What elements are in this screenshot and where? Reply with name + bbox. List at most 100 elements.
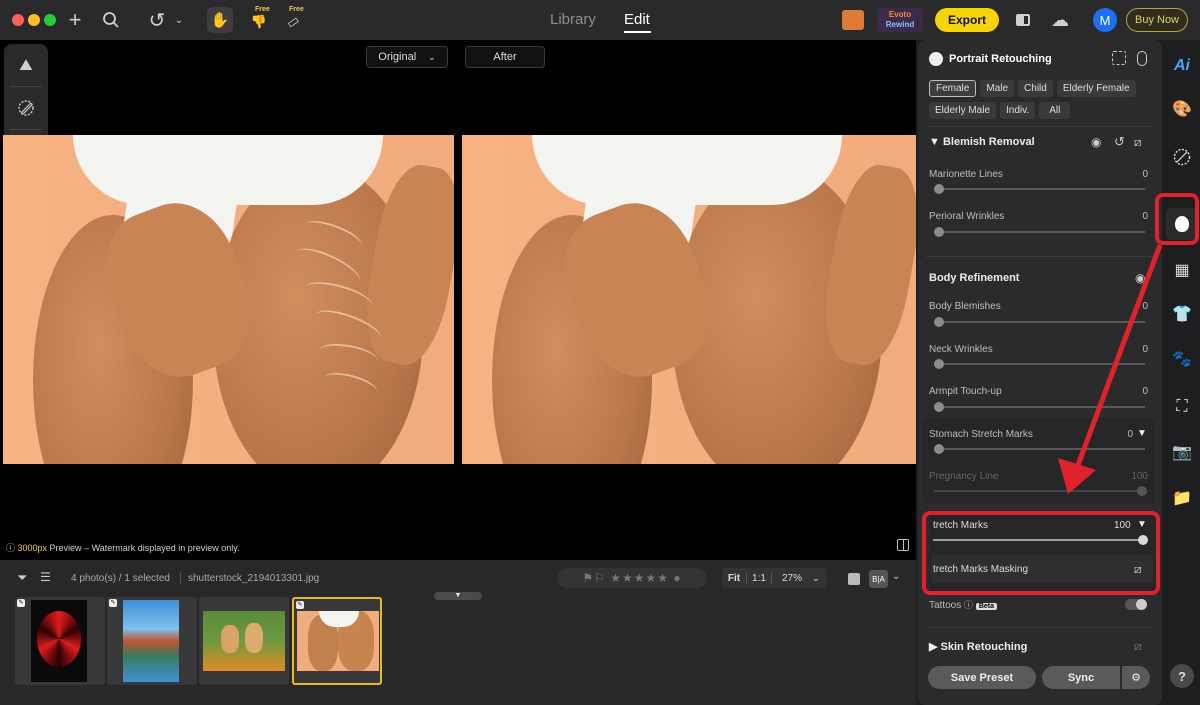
bandage-icon[interactable]: ▭	[280, 9, 305, 34]
skin-retouching-title: Skin Retouching	[940, 641, 1028, 653]
after-label-box[interactable]: After	[465, 46, 545, 68]
mountain-sparkle-icon[interactable]: ⛰	[4, 46, 48, 86]
gender-chips-row-2: Elderly Male Indiv. All	[929, 102, 1071, 119]
preview-resolution: 3000px	[17, 543, 48, 553]
mask-brush-icon[interactable]: ⧄	[1134, 639, 1142, 654]
close-window-button[interactable]	[12, 14, 24, 26]
chevron-down-icon[interactable]: ⌄	[812, 573, 820, 584]
search-icon[interactable]	[100, 9, 122, 31]
fit-button[interactable]: Fit	[722, 573, 746, 584]
slider-knob[interactable]	[934, 444, 944, 454]
dislike-icon[interactable]: 👎	[250, 13, 268, 31]
blemish-removal-header[interactable]: ▼ Blemish Removal	[929, 136, 1035, 148]
slider-knob[interactable]	[934, 317, 944, 327]
chevron-down-icon[interactable]: ⌄	[892, 571, 900, 582]
slider-knob[interactable]	[934, 359, 944, 369]
flag-icon[interactable]: ⚑	[582, 571, 594, 585]
divider	[180, 572, 181, 584]
rating-flags-bar[interactable]: ⚑ ⚐ ★★★★★ ●	[557, 568, 707, 588]
chip-female[interactable]: Female	[929, 80, 977, 97]
sync-button[interactable]: Sync	[1042, 666, 1120, 689]
avatar[interactable]: M	[1093, 8, 1117, 32]
tattoos-toggle[interactable]	[1125, 599, 1147, 610]
zoom-value[interactable]: 27%	[772, 573, 812, 584]
texture-brush-icon[interactable]	[4, 88, 48, 128]
after-photo	[462, 135, 916, 464]
marionette-lines-slider[interactable]	[934, 184, 1145, 194]
slider-knob[interactable]	[934, 227, 944, 237]
shirt-icon[interactable]: 👕	[1170, 302, 1194, 326]
face-icon	[929, 52, 943, 66]
reset-icon[interactable]: ↺	[1114, 134, 1125, 150]
slider-value: 0	[1142, 169, 1148, 180]
divider	[926, 627, 1154, 628]
tab-library[interactable]: Library	[550, 11, 596, 28]
chip-elderly-female[interactable]: Elderly Female	[1056, 80, 1136, 97]
buy-now-button[interactable]: Buy Now	[1126, 8, 1188, 32]
before-after-view-button[interactable]: B|A	[869, 570, 888, 588]
perioral-wrinkles-slider[interactable]	[934, 227, 1145, 237]
chip-male[interactable]: Male	[980, 80, 1015, 97]
caret-down-icon: ▼	[929, 136, 943, 148]
sync-settings-icon[interactable]: ⚙	[1122, 666, 1150, 689]
split-view-icon[interactable]	[897, 539, 909, 551]
original-dropdown[interactable]: Original ⌄	[366, 46, 448, 68]
app-window: + ↺ ⌄ ✋ 👎 Free ▭ Free Library Edit Evoto…	[0, 0, 1200, 705]
chevron-down-icon: ⌄	[428, 51, 436, 62]
collapse-filmstrip-handle[interactable]: ▼	[434, 592, 482, 600]
toggle-icon[interactable]	[1137, 51, 1147, 66]
tab-edit[interactable]: Edit	[624, 11, 650, 28]
slider-knob[interactable]	[934, 184, 944, 194]
gradient-icon[interactable]: ▦	[1170, 258, 1194, 282]
undo-icon[interactable]: ↺	[146, 9, 168, 32]
paw-icon[interactable]: 🐾	[1170, 347, 1194, 371]
image-canvas[interactable]: Original ⌄ After ⛰ ⓘ 3000px Preview – Wa…	[0, 40, 916, 560]
free-badge: Free	[255, 6, 270, 13]
chip-child[interactable]: Child	[1018, 80, 1053, 97]
chevron-down-icon[interactable]: ⌄	[172, 11, 186, 29]
chip-all[interactable]: All	[1039, 102, 1071, 119]
info-icon: ⓘ	[6, 543, 18, 553]
slider-label: Pregnancy Line	[929, 471, 999, 482]
camera-icon[interactable]: 📷	[1170, 440, 1194, 464]
chip-individual[interactable]: Indiv.	[1000, 102, 1036, 119]
slider-label: Marionette Lines	[929, 169, 1003, 180]
thumbnail-puppies[interactable]	[199, 597, 289, 685]
cloud-icon[interactable]: ☁	[1049, 10, 1071, 30]
face-detect-icon[interactable]	[1112, 51, 1126, 65]
eye-icon[interactable]: ◉	[1091, 135, 1101, 149]
free-badge: Free	[289, 6, 304, 13]
crop-icon[interactable]: ⛶	[1170, 395, 1194, 419]
palette-icon[interactable]: 🎨	[1170, 97, 1194, 121]
help-button[interactable]: ?	[1170, 664, 1194, 688]
filter-icon[interactable]: ⏷	[17, 570, 27, 586]
maximize-window-button[interactable]	[44, 14, 56, 26]
blemish-removal-title: Blemish Removal	[942, 136, 1035, 148]
chip-elderly-male[interactable]: Elderly Male	[929, 102, 997, 119]
mask-brush-icon[interactable]: ⧄	[1134, 135, 1142, 150]
add-icon[interactable]: +	[64, 7, 86, 32]
thumbnail-selected-photo[interactable]: ✎	[292, 597, 382, 685]
folder-icon[interactable]: 📁	[1170, 486, 1194, 510]
evoto-rewind-banner[interactable]: Evoto Rewind	[877, 8, 923, 32]
save-preset-button[interactable]: Save Preset	[928, 666, 1036, 689]
thumbnail-city[interactable]: ✎	[107, 597, 197, 685]
one-to-one-button[interactable]: 1:1	[747, 573, 771, 584]
ai-icon[interactable]: Ai	[1170, 54, 1194, 78]
sort-icon[interactable]: ☰	[40, 570, 51, 584]
hand-tool-icon[interactable]: ✋	[207, 7, 233, 33]
texture-icon[interactable]	[1170, 145, 1194, 169]
rating-stars[interactable]: ★★★★★	[610, 571, 669, 585]
slider-knob[interactable]	[934, 402, 944, 412]
export-button[interactable]: Export	[935, 8, 999, 32]
skin-retouching-header[interactable]: ▶ Skin Retouching	[929, 640, 1027, 653]
single-view-icon[interactable]	[848, 573, 860, 585]
tattoos-label: Tattoos ⓘ Beta	[929, 598, 998, 611]
thumbnail-spiral[interactable]: ✎	[15, 597, 105, 685]
gift-icon[interactable]	[842, 10, 864, 30]
active-tab-indicator	[624, 31, 651, 33]
reject-flag-icon[interactable]: ⚐	[594, 571, 606, 585]
compare-panel-icon[interactable]	[1013, 10, 1033, 30]
minimize-window-button[interactable]	[28, 14, 40, 26]
color-label-icon[interactable]: ●	[673, 571, 681, 585]
